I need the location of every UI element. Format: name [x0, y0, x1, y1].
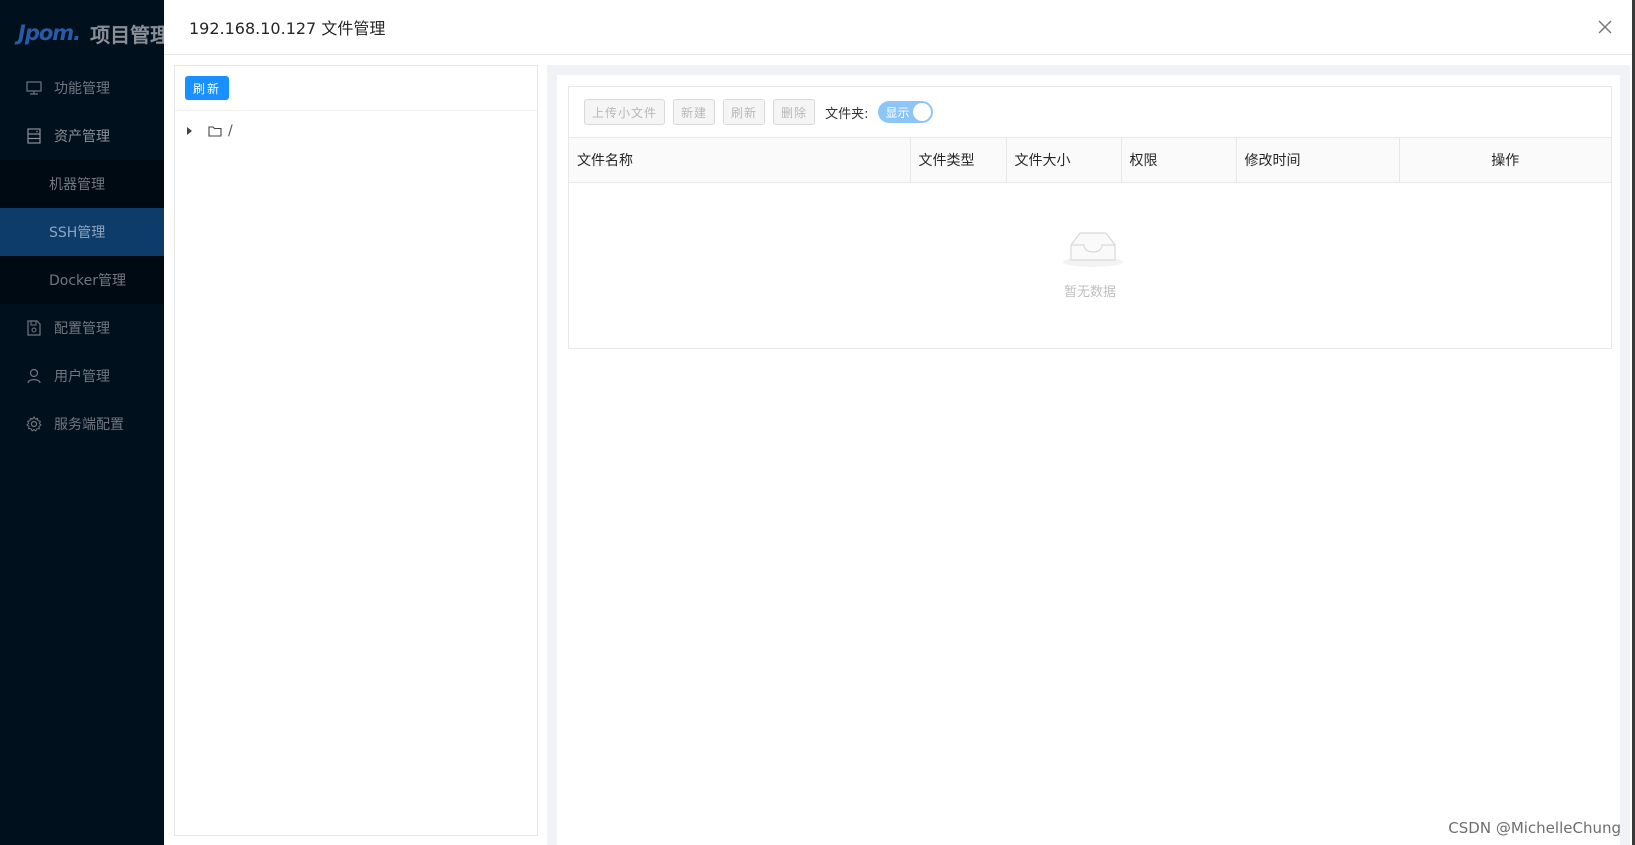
switch-knob — [913, 103, 932, 121]
sidebar-item-label: 用户管理 — [54, 369, 110, 385]
sidebar-item-label: 资产管理 — [54, 129, 110, 145]
folder-visibility-switch[interactable]: 显示 — [878, 101, 934, 123]
file-list-container: 上传小文件 新建 刷新 删除 文件夹: 显示 文件名称 文件类型 文件大小 权限… — [557, 75, 1620, 845]
tree-toolbar: 刷新 — [175, 66, 537, 111]
sidebar-menu: 功能管理 资产管理 机器管理 SSH管理 Docker管理 配置管理 用户管理 … — [0, 64, 164, 448]
sidebar-item-label: SSH管理 — [49, 225, 106, 241]
empty-text: 暂无数据 — [1063, 285, 1116, 300]
sidebar-item-server-config[interactable]: 服务端配置 — [0, 400, 164, 448]
caret-right-icon[interactable] — [187, 127, 192, 135]
empty-inbox-icon — [1061, 227, 1125, 273]
file-table-card: 上传小文件 新建 刷新 删除 文件夹: 显示 文件名称 文件类型 文件大小 权限… — [568, 86, 1612, 349]
delete-button[interactable]: 删除 — [773, 99, 816, 125]
file-list-panel: 上传小文件 新建 刷新 删除 文件夹: 显示 文件名称 文件类型 文件大小 权限… — [547, 65, 1630, 845]
sidebar-item-label: 功能管理 — [54, 81, 110, 97]
logo-mark: Jpom. — [18, 21, 81, 45]
tree-node-label: / — [228, 123, 233, 139]
sidebar-item-label: Docker管理 — [49, 273, 127, 289]
column-header-actions: 操作 — [1399, 137, 1611, 183]
file-table: 文件名称 文件类型 文件大小 权限 修改时间 操作 — [569, 137, 1611, 183]
sidebar-item-label: 服务端配置 — [54, 417, 124, 433]
sidebar-item-label: 机器管理 — [49, 177, 105, 193]
sidebar-item-label: 配置管理 — [54, 321, 110, 337]
tree-refresh-button[interactable]: 刷新 — [185, 76, 230, 100]
sidebar-item-docker[interactable]: Docker管理 — [0, 256, 164, 304]
modal-header: 192.168.10.127 文件管理 — [164, 0, 1632, 55]
folder-switch-label: 文件夹: — [825, 106, 869, 122]
tree-node-root[interactable]: / — [175, 119, 537, 143]
column-header-size[interactable]: 文件大小 — [1006, 137, 1122, 183]
sidebar-item-users[interactable]: 用户管理 — [0, 352, 164, 400]
empty-state: 暂无数据 — [569, 183, 1611, 348]
directory-tree-panel: 刷新 / — [174, 65, 538, 836]
settings-icon — [24, 414, 44, 434]
column-header-permission[interactable]: 权限 — [1121, 137, 1237, 183]
sidebar-item-function[interactable]: 功能管理 — [0, 64, 164, 112]
logo-text: 项目管理 — [90, 22, 171, 47]
table-header-row: 文件名称 文件类型 文件大小 权限 修改时间 操作 — [569, 137, 1611, 183]
file-manager-modal: 192.168.10.127 文件管理 刷新 / 上传小文件 新建 刷新 删除 — [164, 0, 1632, 845]
modal-title: 192.168.10.127 文件管理 — [189, 19, 386, 38]
sidebar-item-machines[interactable]: 机器管理 — [0, 160, 164, 208]
upload-small-file-button[interactable]: 上传小文件 — [584, 99, 666, 125]
app-logo[interactable]: Jpom. 项目管理 — [18, 18, 170, 48]
user-icon — [24, 366, 44, 386]
monitor-icon — [24, 78, 44, 98]
close-icon[interactable] — [1592, 14, 1618, 40]
watermark: CSDN @MichelleChung — [1448, 819, 1621, 837]
save-icon — [24, 318, 44, 338]
server-icon — [24, 126, 44, 146]
refresh-button[interactable]: 刷新 — [723, 99, 766, 125]
sidebar-item-config[interactable]: 配置管理 — [0, 304, 164, 352]
app-sidebar: Jpom. 项目管理 功能管理 资产管理 机器管理 SSH管理 Docker管理 — [0, 0, 170, 845]
column-header-name[interactable]: 文件名称 — [569, 137, 911, 183]
new-button[interactable]: 新建 — [673, 99, 716, 125]
column-header-type[interactable]: 文件类型 — [910, 137, 1007, 183]
folder-icon — [208, 125, 222, 137]
sidebar-item-assets[interactable]: 资产管理 — [0, 112, 164, 160]
column-header-modified[interactable]: 修改时间 — [1236, 137, 1400, 183]
file-toolbar: 上传小文件 新建 刷新 删除 文件夹: 显示 — [569, 87, 1611, 137]
switch-text: 显示 — [885, 105, 910, 120]
sidebar-item-ssh[interactable]: SSH管理 — [0, 208, 164, 256]
